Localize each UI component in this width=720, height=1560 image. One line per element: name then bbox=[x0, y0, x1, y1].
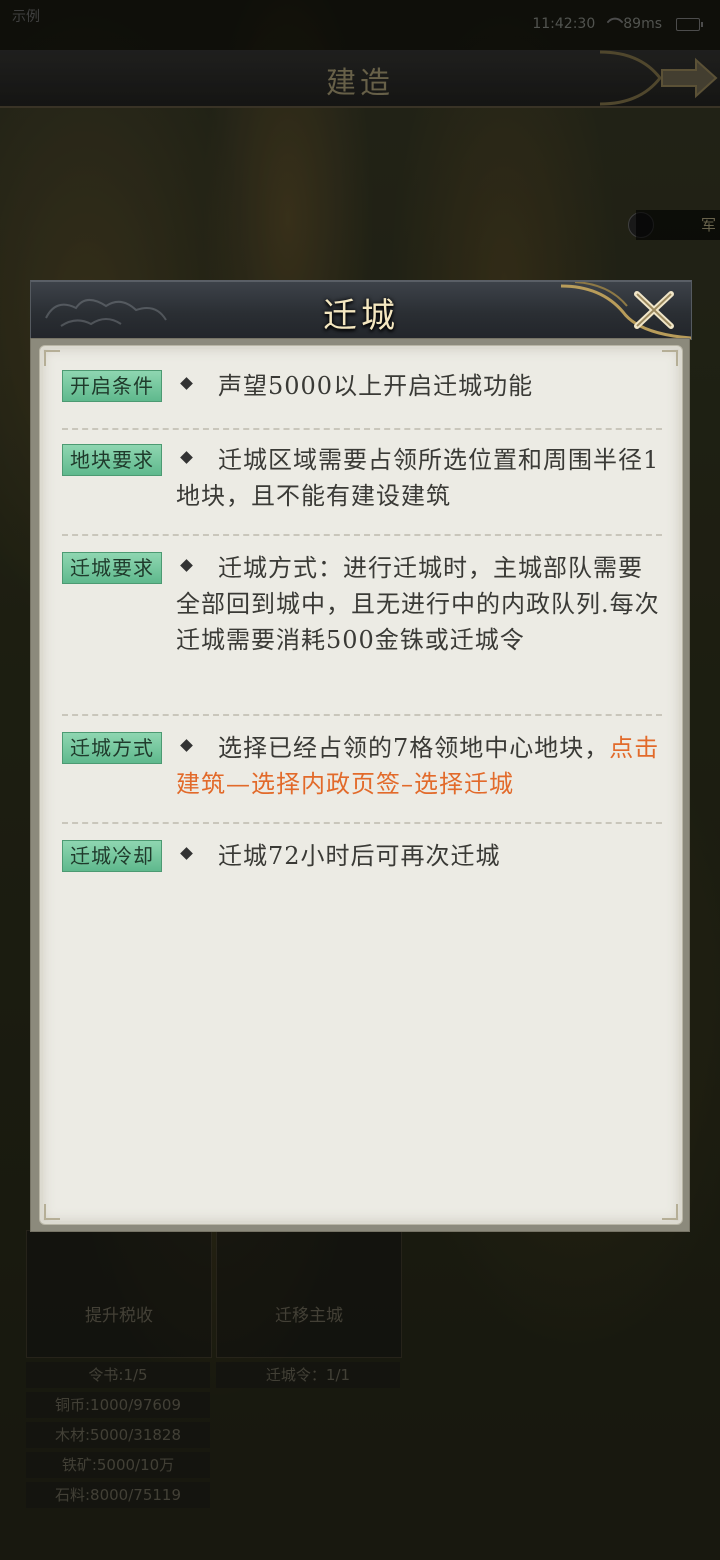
section-tag: 地块要求 bbox=[62, 444, 162, 476]
divider bbox=[62, 534, 662, 536]
divider bbox=[62, 428, 662, 430]
section-tag: 开启条件 bbox=[62, 370, 162, 402]
section-text: 迁城区域需要占领所选位置和周围半径1地块，且不能有建设建筑 bbox=[176, 446, 660, 510]
dialog-body: 开启条件 声望5000以上开启迁城功能 地块要求 迁城区域需要占领所选位置和周围… bbox=[30, 338, 690, 1232]
dialog-header: 迁城 bbox=[30, 280, 692, 340]
corner-ornament bbox=[44, 350, 60, 366]
section-text: 选择已经占领的7格领地中心地块，点击建筑—选择内政页签–选择迁城 bbox=[176, 734, 660, 798]
section-text: 声望5000以上开启迁城功能 bbox=[218, 372, 534, 400]
crossed-swords-close-icon bbox=[560, 282, 691, 340]
section-text: 迁城72小时后可再次迁城 bbox=[218, 842, 501, 870]
divider bbox=[62, 822, 662, 824]
divider bbox=[62, 714, 662, 716]
section-tag: 迁城冷却 bbox=[62, 840, 162, 872]
section-text: 迁城方式：进行迁城时，主城部队需要全部回到城中，且无进行中的内政队列.每次迁城需… bbox=[176, 554, 660, 654]
close-button[interactable] bbox=[560, 282, 691, 340]
corner-ornament bbox=[662, 350, 678, 366]
corner-ornament bbox=[662, 1204, 678, 1220]
section-tag: 迁城要求 bbox=[62, 552, 162, 584]
relocate-city-dialog: 迁城 开启条件 声望5000以上开启迁城功能 地块要求 迁城区域需要占领所选位置… bbox=[30, 280, 692, 1232]
section-tag: 迁城方式 bbox=[62, 732, 162, 764]
content-paper: 开启条件 声望5000以上开启迁城功能 地块要求 迁城区域需要占领所选位置和周围… bbox=[39, 345, 683, 1225]
corner-ornament bbox=[44, 1204, 60, 1220]
